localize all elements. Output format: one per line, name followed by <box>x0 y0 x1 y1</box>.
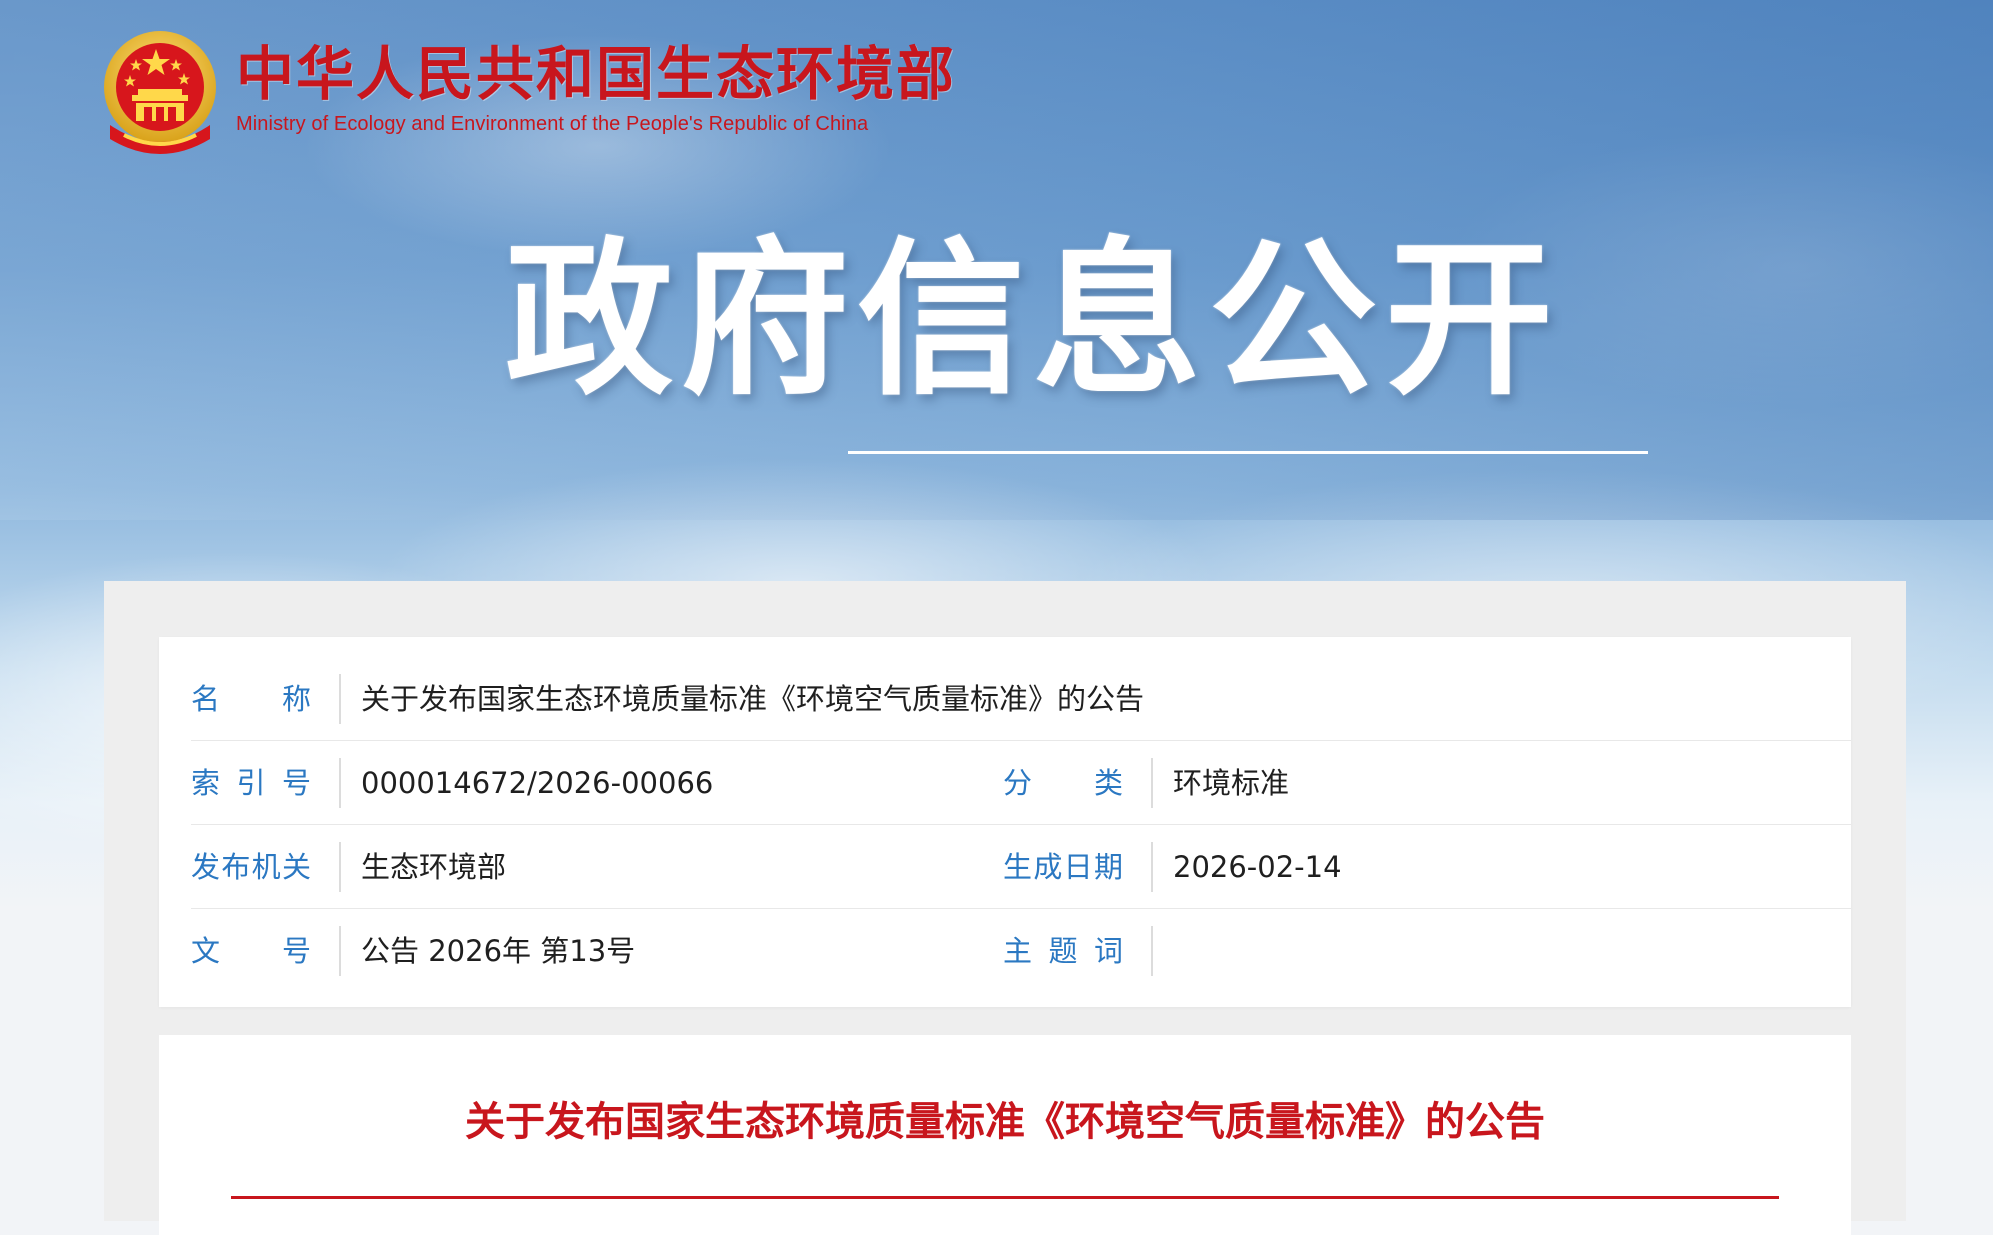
info-value: 生态环境部 <box>361 850 507 884</box>
info-label: 生成日期 <box>1003 850 1123 884</box>
content-container: 名 称 关于发布国家生态环境质量标准《环境空气质量标准》的公告 索引号 0000… <box>104 581 1906 1235</box>
info-row-index: 索引号 000014672/2026-00066 分 类 环境标准 <box>191 741 1851 825</box>
info-value: 000014672/2026-00066 <box>361 766 714 800</box>
info-table: 名 称 关于发布国家生态环境质量标准《环境空气质量标准》的公告 索引号 0000… <box>159 637 1851 1007</box>
info-value: 环境标准 <box>1173 766 1290 800</box>
info-label: 索引号 <box>191 766 311 800</box>
info-row-docnum: 文 号 公告 2026年 第13号 主题词 <box>191 909 1851 993</box>
info-field: 文 号 公告 2026年 第13号 <box>191 909 635 993</box>
info-value: 2026-02-14 <box>1173 850 1342 884</box>
article-card: 关于发布国家生态环境质量标准《环境空气质量标准》的公告 <box>159 1035 1851 1235</box>
page-title: 政府信息公开 <box>505 222 1561 418</box>
org-name-cn: 中华人民共和国生态环境部 <box>236 40 957 108</box>
info-field: 索引号 000014672/2026-00066 <box>191 741 713 825</box>
info-row-publisher: 发布机关 生态环境部 生成日期 2026-02-14 <box>191 825 1851 909</box>
info-field: 名 称 关于发布国家生态环境质量标准《环境空气质量标准》的公告 <box>191 657 1144 741</box>
divider <box>339 842 341 892</box>
info-label: 主题词 <box>1003 934 1123 968</box>
divider <box>339 926 341 976</box>
info-label: 发布机关 <box>191 850 311 884</box>
info-value: 公告 2026年 第13号 <box>361 934 636 968</box>
info-label: 文 号 <box>191 934 311 968</box>
brand-block[interactable]: 中华人民共和国生态环境部 Ministry of Ecology and Env… <box>236 42 956 138</box>
info-row-name: 名 称 关于发布国家生态环境质量标准《环境空气质量标准》的公告 <box>191 657 1851 741</box>
divider <box>1151 758 1153 808</box>
info-field: 主题词 <box>1003 909 1173 993</box>
article-title: 关于发布国家生态环境质量标准《环境空气质量标准》的公告 <box>465 1099 1545 1145</box>
article-title-rule <box>231 1196 1779 1199</box>
site-header: 中华人民共和国生态环境部 Ministry of Ecology and Env… <box>100 28 956 158</box>
info-field: 生成日期 2026-02-14 <box>1003 825 1342 909</box>
info-label: 名 称 <box>191 682 311 716</box>
info-label: 分 类 <box>1003 766 1123 800</box>
title-underline <box>848 451 1648 454</box>
divider <box>1151 842 1153 892</box>
info-value: 关于发布国家生态环境质量标准《环境空气质量标准》的公告 <box>361 682 1145 716</box>
org-name-en: Ministry of Ecology and Environment of t… <box>236 113 869 135</box>
divider <box>339 758 341 808</box>
info-field: 分 类 环境标准 <box>1003 741 1289 825</box>
divider <box>339 674 341 724</box>
national-emblem-icon[interactable] <box>100 29 220 157</box>
divider <box>1151 926 1153 976</box>
info-field: 发布机关 生态环境部 <box>191 825 506 909</box>
